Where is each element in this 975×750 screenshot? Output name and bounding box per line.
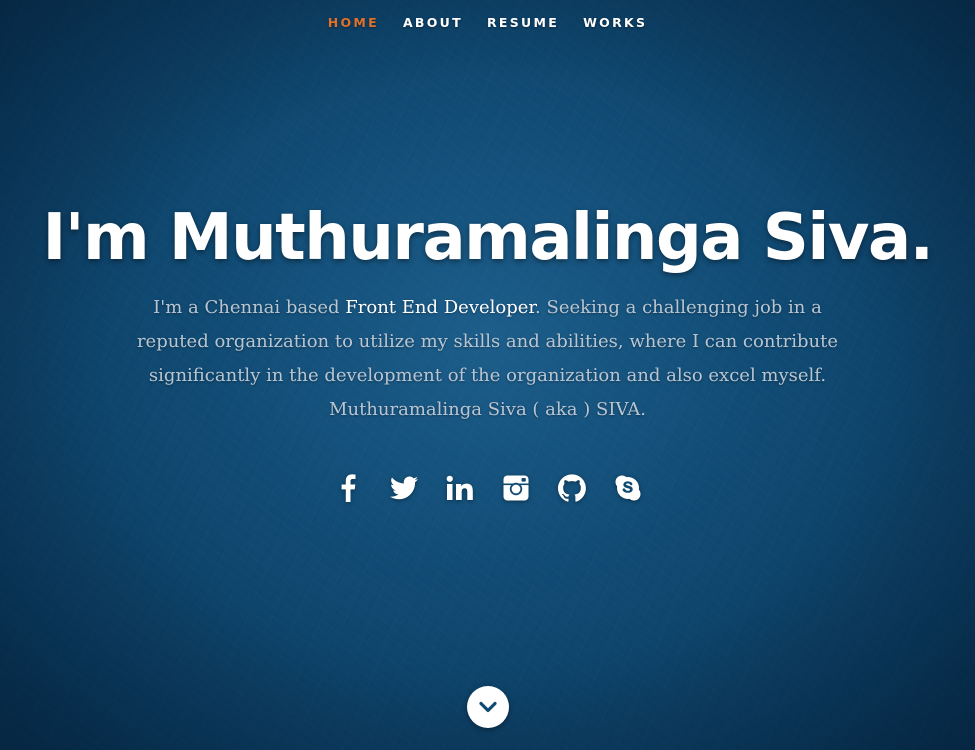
intro-text-start: I'm a Chennai based bbox=[153, 297, 346, 318]
github-icon bbox=[557, 474, 586, 502]
linkedin-icon bbox=[446, 475, 473, 500]
instagram-link[interactable] bbox=[500, 470, 532, 506]
hero-intro: I'm a Chennai based Front End Developer.… bbox=[128, 291, 848, 427]
twitter-link[interactable] bbox=[388, 470, 420, 506]
facebook-link[interactable] bbox=[332, 470, 364, 506]
nav-about[interactable]: ABOUT bbox=[391, 0, 475, 46]
skype-link[interactable] bbox=[612, 470, 644, 506]
social-links bbox=[0, 470, 975, 506]
instagram-icon bbox=[503, 475, 528, 501]
nav-works[interactable]: WORKS bbox=[571, 0, 659, 46]
chevron-down-icon bbox=[479, 701, 497, 713]
github-link[interactable] bbox=[556, 470, 588, 506]
skype-icon bbox=[615, 475, 640, 501]
main-nav: HOME ABOUT RESUME WORKS bbox=[0, 0, 975, 46]
linkedin-link[interactable] bbox=[444, 470, 476, 506]
nav-home[interactable]: HOME bbox=[316, 0, 391, 46]
twitter-icon bbox=[389, 476, 418, 500]
intro-role-highlight: Front End Developer bbox=[345, 297, 536, 318]
scroll-down-button[interactable] bbox=[467, 686, 509, 728]
hero-title: I'm Muthuramalinga Siva. bbox=[42, 201, 934, 275]
hero-section: I'm Muthuramalinga Siva. I'm a Chennai b… bbox=[0, 195, 975, 427]
facebook-icon bbox=[341, 474, 355, 502]
nav-resume[interactable]: RESUME bbox=[475, 0, 571, 46]
